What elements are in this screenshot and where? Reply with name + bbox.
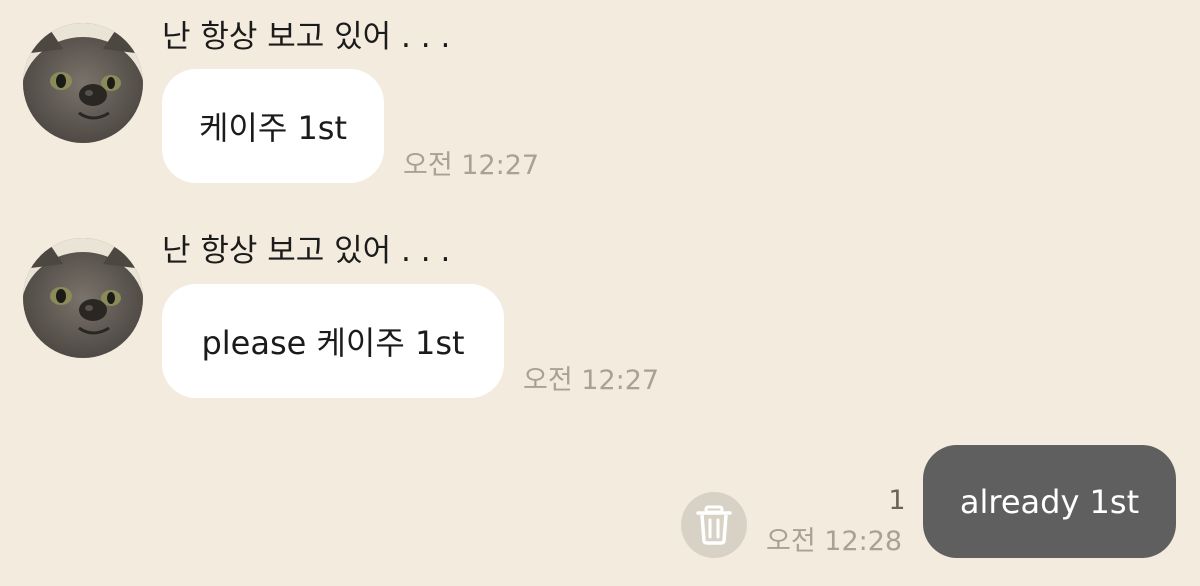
sender-avatar[interactable] bbox=[23, 238, 143, 358]
message-bubble[interactable]: please 케이주 1st bbox=[162, 284, 504, 398]
cat-avatar-icon bbox=[23, 23, 143, 143]
message-timestamp: 오전 12:28 bbox=[766, 526, 903, 557]
sender-name: 난 항상 보고 있어 . . . bbox=[162, 19, 451, 55]
sender-avatar[interactable] bbox=[23, 23, 143, 143]
message-bubble[interactable]: 케이주 1st bbox=[162, 69, 384, 183]
delete-button[interactable] bbox=[681, 492, 747, 558]
cat-avatar-icon bbox=[23, 238, 143, 358]
message-bubble[interactable]: already 1st bbox=[923, 445, 1176, 558]
sender-name: 난 항상 보고 있어 . . . bbox=[162, 233, 451, 269]
message-timestamp: 오전 12:27 bbox=[523, 365, 660, 396]
trash-icon bbox=[696, 505, 732, 545]
message-timestamp: 오전 12:27 bbox=[403, 150, 540, 181]
unread-count: 1 bbox=[888, 485, 906, 516]
